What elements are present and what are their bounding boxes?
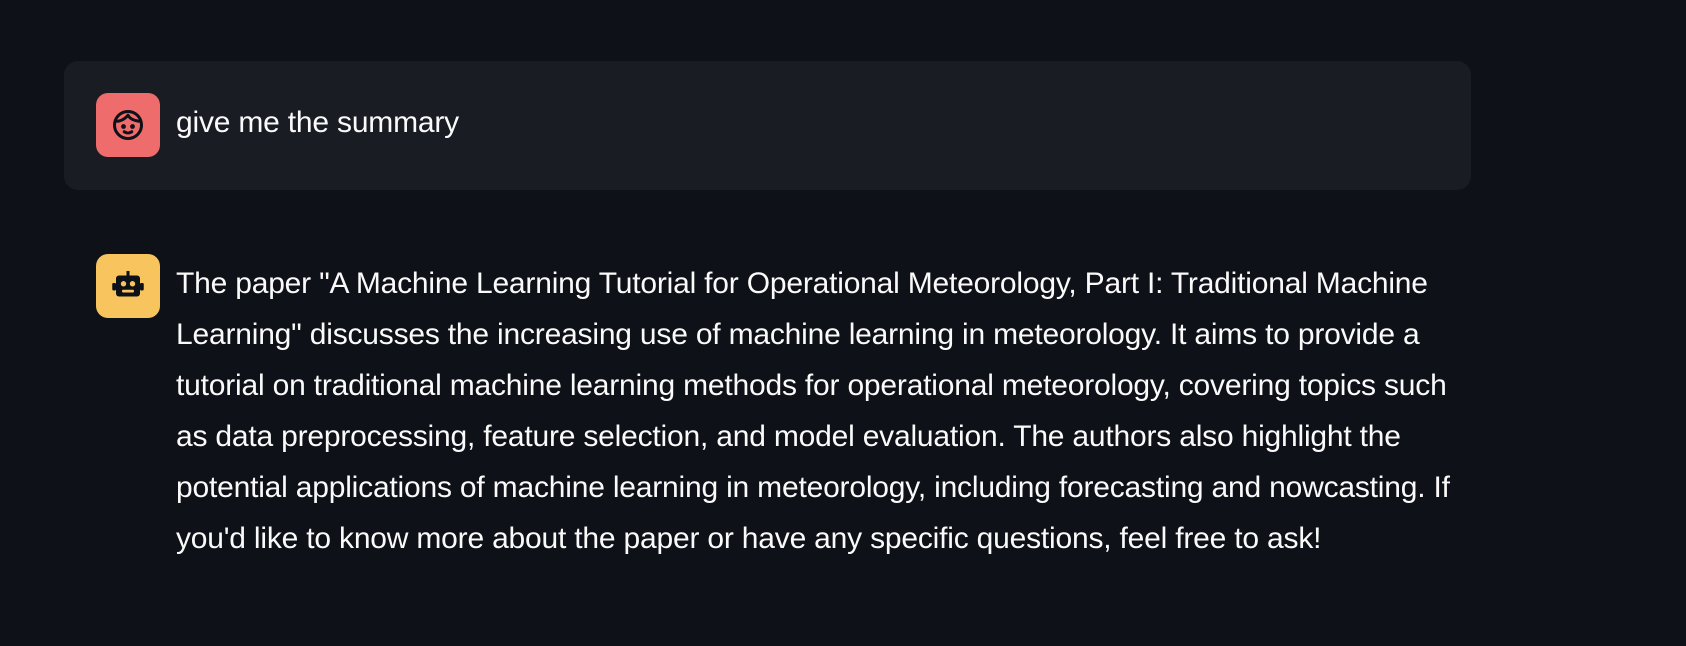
- robot-icon: [110, 268, 146, 304]
- user-message: give me the summary: [64, 61, 1471, 190]
- user-message-text: give me the summary: [176, 106, 459, 139]
- user-face-icon: [110, 107, 146, 143]
- assistant-message: The paper "A Machine Learning Tutorial f…: [64, 254, 1471, 564]
- assistant-message-text: The paper "A Machine Learning Tutorial f…: [176, 267, 1450, 555]
- chat-container: give me the summary The paper "A Machine…: [64, 61, 1471, 564]
- user-avatar: [96, 93, 160, 157]
- assistant-avatar: [96, 254, 160, 318]
